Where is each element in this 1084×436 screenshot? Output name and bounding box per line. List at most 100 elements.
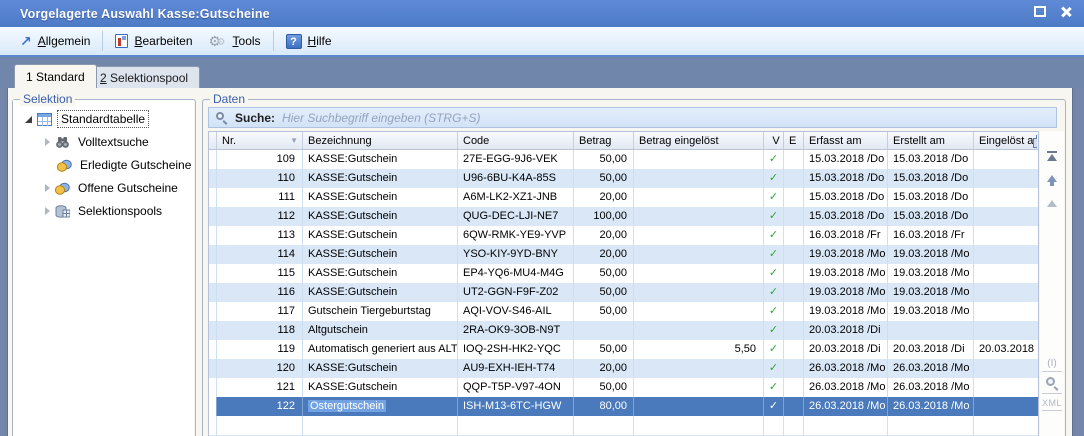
cell-betrag_eingeloest[interactable] — [634, 207, 764, 226]
cell-code[interactable]: QUG-DEC-LJI-NE7 — [458, 207, 574, 226]
column-header-erstellt-am[interactable]: Erstellt am — [888, 132, 974, 149]
cell-erstellt_am[interactable]: 15.03.2018 /Do — [888, 188, 974, 207]
cell-erfasst_am[interactable]: 26.03.2018 /Mo — [804, 378, 888, 397]
cell-betrag_eingeloest[interactable] — [634, 321, 764, 340]
cell-nr[interactable]: 122 — [217, 397, 303, 416]
cell-betrag[interactable] — [574, 321, 634, 340]
cell-eingeloest_am[interactable] — [974, 169, 1037, 188]
cell-e[interactable] — [784, 169, 804, 188]
table-row[interactable]: 119Automatisch generiert aus ALTIOQ-2SH-… — [209, 340, 1038, 359]
cell-e[interactable] — [784, 378, 804, 397]
cell-betrag[interactable]: 50,00 — [574, 150, 634, 169]
scroll-to-top-button[interactable] — [1040, 151, 1064, 161]
cell-erstellt_am[interactable]: 19.03.2018 /Mo — [888, 264, 974, 283]
expanded-arrow-icon[interactable] — [25, 116, 32, 123]
cell-code[interactable]: IOQ-2SH-HK2-YQC — [458, 340, 574, 359]
restore-window-button[interactable] — [1032, 5, 1048, 20]
cell-e[interactable] — [784, 283, 804, 302]
cell-erstellt_am[interactable]: 15.03.2018 /Do — [888, 169, 974, 188]
cell-betrag_eingeloest[interactable] — [634, 150, 764, 169]
cell-nr[interactable]: 111 — [217, 188, 303, 207]
cell-betrag[interactable]: 50,00 — [574, 264, 634, 283]
cell-erstellt_am[interactable]: 19.03.2018 /Mo — [888, 302, 974, 321]
cell-betrag_eingeloest[interactable] — [634, 378, 764, 397]
cell-betrag[interactable]: 50,00 — [574, 169, 634, 188]
cell-eingeloest_am[interactable] — [974, 150, 1037, 169]
cell-bezeichnung[interactable]: KASSE:Gutschein — [303, 264, 458, 283]
cell-bezeichnung[interactable]: KASSE:Gutschein — [303, 378, 458, 397]
cell-nr[interactable]: 121 — [217, 378, 303, 397]
cell-v[interactable]: ✓ — [764, 169, 784, 188]
cell-eingeloest_am[interactable] — [974, 359, 1037, 378]
table-row[interactable]: 114KASSE:GutscheinYSO-KIY-9YD-BNY20,00✓1… — [209, 245, 1038, 264]
cell-bezeichnung[interactable]: KASSE:Gutschein — [303, 283, 458, 302]
scroll-up-page-button[interactable] — [1040, 186, 1064, 207]
cell-betrag[interactable]: 100,00 — [574, 207, 634, 226]
cell-eingeloest_am[interactable] — [974, 397, 1037, 416]
cell-betrag[interactable]: 50,00 — [574, 302, 634, 321]
column-header-erfasst-am[interactable]: Erfasst am — [804, 132, 888, 149]
cell-betrag_eingeloest[interactable] — [634, 302, 764, 321]
cell-code[interactable]: A6M-LK2-XZ1-JNB — [458, 188, 574, 207]
cell-v[interactable]: ✓ — [764, 207, 784, 226]
cell-code[interactable]: AQI-VOV-S46-AIL — [458, 302, 574, 321]
cell-erstellt_am[interactable]: 19.03.2018 /Mo — [888, 245, 974, 264]
search-bar[interactable]: Suche: Hier Suchbegriff eingeben (STRG+S… — [208, 107, 1057, 128]
collapsed-arrow-icon[interactable] — [45, 184, 50, 192]
tree-item-offene-gutscheine[interactable]: Offene Gutscheine — [45, 179, 181, 197]
cell-v[interactable]: ✓ — [764, 302, 784, 321]
cell-code[interactable]: ISH-M13-6TC-HGW — [458, 397, 574, 416]
table-row[interactable]: 113KASSE:Gutschein6QW-RMK-YE9-YVP20,00✓1… — [209, 226, 1038, 245]
cell-v[interactable]: ✓ — [764, 283, 784, 302]
cell-eingeloest_am[interactable] — [974, 264, 1037, 283]
cell-e[interactable] — [784, 226, 804, 245]
cell-bezeichnung[interactable]: KASSE:Gutschein — [303, 245, 458, 264]
zoom-search-button[interactable] — [1045, 376, 1059, 390]
cell-betrag[interactable]: 50,00 — [574, 340, 634, 359]
cell-e[interactable] — [784, 264, 804, 283]
cell-erfasst_am[interactable]: 15.03.2018 /Do — [804, 188, 888, 207]
table-row[interactable]: 120KASSE:GutscheinAU9-EXH-IEH-T7420,00✓2… — [209, 359, 1038, 378]
cell-code[interactable]: 6QW-RMK-YE9-YVP — [458, 226, 574, 245]
cell-erstellt_am[interactable]: 26.03.2018 /Mo — [888, 378, 974, 397]
menu-tools[interactable]: ⚙⚙ Tools — [201, 31, 269, 52]
cell-e[interactable] — [784, 150, 804, 169]
cell-erfasst_am[interactable]: 19.03.2018 /Mo — [804, 245, 888, 264]
close-button[interactable] — [1058, 5, 1074, 20]
cell-bezeichnung[interactable]: Automatisch generiert aus ALT — [303, 340, 458, 359]
cell-erfasst_am[interactable]: 20.03.2018 /Di — [804, 321, 888, 340]
cell-e[interactable] — [784, 340, 804, 359]
cell-erfasst_am[interactable]: 15.03.2018 /Do — [804, 207, 888, 226]
table-row[interactable]: 117Gutschein TiergeburtstagAQI-VOV-S46-A… — [209, 302, 1038, 321]
cell-nr[interactable]: 120 — [217, 359, 303, 378]
cell-code[interactable]: YSO-KIY-9YD-BNY — [458, 245, 574, 264]
cell-eingeloest_am[interactable]: 20.03.2018 — [974, 340, 1037, 359]
tree-item-standardtabelle[interactable]: Standardtabelle — [25, 110, 149, 128]
cell-betrag[interactable]: 20,00 — [574, 226, 634, 245]
cell-erfasst_am[interactable]: 16.03.2018 /Fr — [804, 226, 888, 245]
cell-v[interactable]: ✓ — [764, 340, 784, 359]
column-header-eingeloest-am[interactable]: Eingelöst a — [974, 132, 1037, 149]
cell-v[interactable]: ✓ — [764, 378, 784, 397]
column-header-betrag[interactable]: Betrag — [574, 132, 634, 149]
cell-betrag[interactable]: 20,00 — [574, 188, 634, 207]
cell-betrag[interactable]: 20,00 — [574, 245, 634, 264]
cell-erfasst_am[interactable]: 20.03.2018 /Di — [804, 340, 888, 359]
table-row[interactable]: 122OstergutscheinISH-M13-6TC-HGW80,00✓26… — [209, 397, 1038, 416]
tree-item-selektionspools[interactable]: Selektionspools — [45, 202, 165, 220]
cell-e[interactable] — [784, 359, 804, 378]
cell-erfasst_am[interactable]: 26.03.2018 /Mo — [804, 359, 888, 378]
cell-code[interactable]: UT2-GGN-F9F-Z02 — [458, 283, 574, 302]
tree-item-volltextsuche[interactable]: Volltextsuche — [45, 133, 152, 151]
cell-erstellt_am[interactable]: 19.03.2018 /Mo — [888, 283, 974, 302]
cell-betrag_eingeloest[interactable] — [634, 226, 764, 245]
cell-eingeloest_am[interactable] — [974, 378, 1037, 397]
cell-nr[interactable]: 109 — [217, 150, 303, 169]
cell-betrag[interactable]: 80,00 — [574, 397, 634, 416]
cell-erstellt_am[interactable]: 26.03.2018 /Mo — [888, 397, 974, 416]
table-row[interactable]: 110KASSE:GutscheinU96-6BU-K4A-85S50,00✓1… — [209, 169, 1038, 188]
cell-eingeloest_am[interactable] — [974, 226, 1037, 245]
cell-bezeichnung[interactable]: KASSE:Gutschein — [303, 207, 458, 226]
cell-bezeichnung[interactable]: KASSE:Gutschein — [303, 188, 458, 207]
cell-erstellt_am[interactable]: 20.03.2018 /Di — [888, 340, 974, 359]
